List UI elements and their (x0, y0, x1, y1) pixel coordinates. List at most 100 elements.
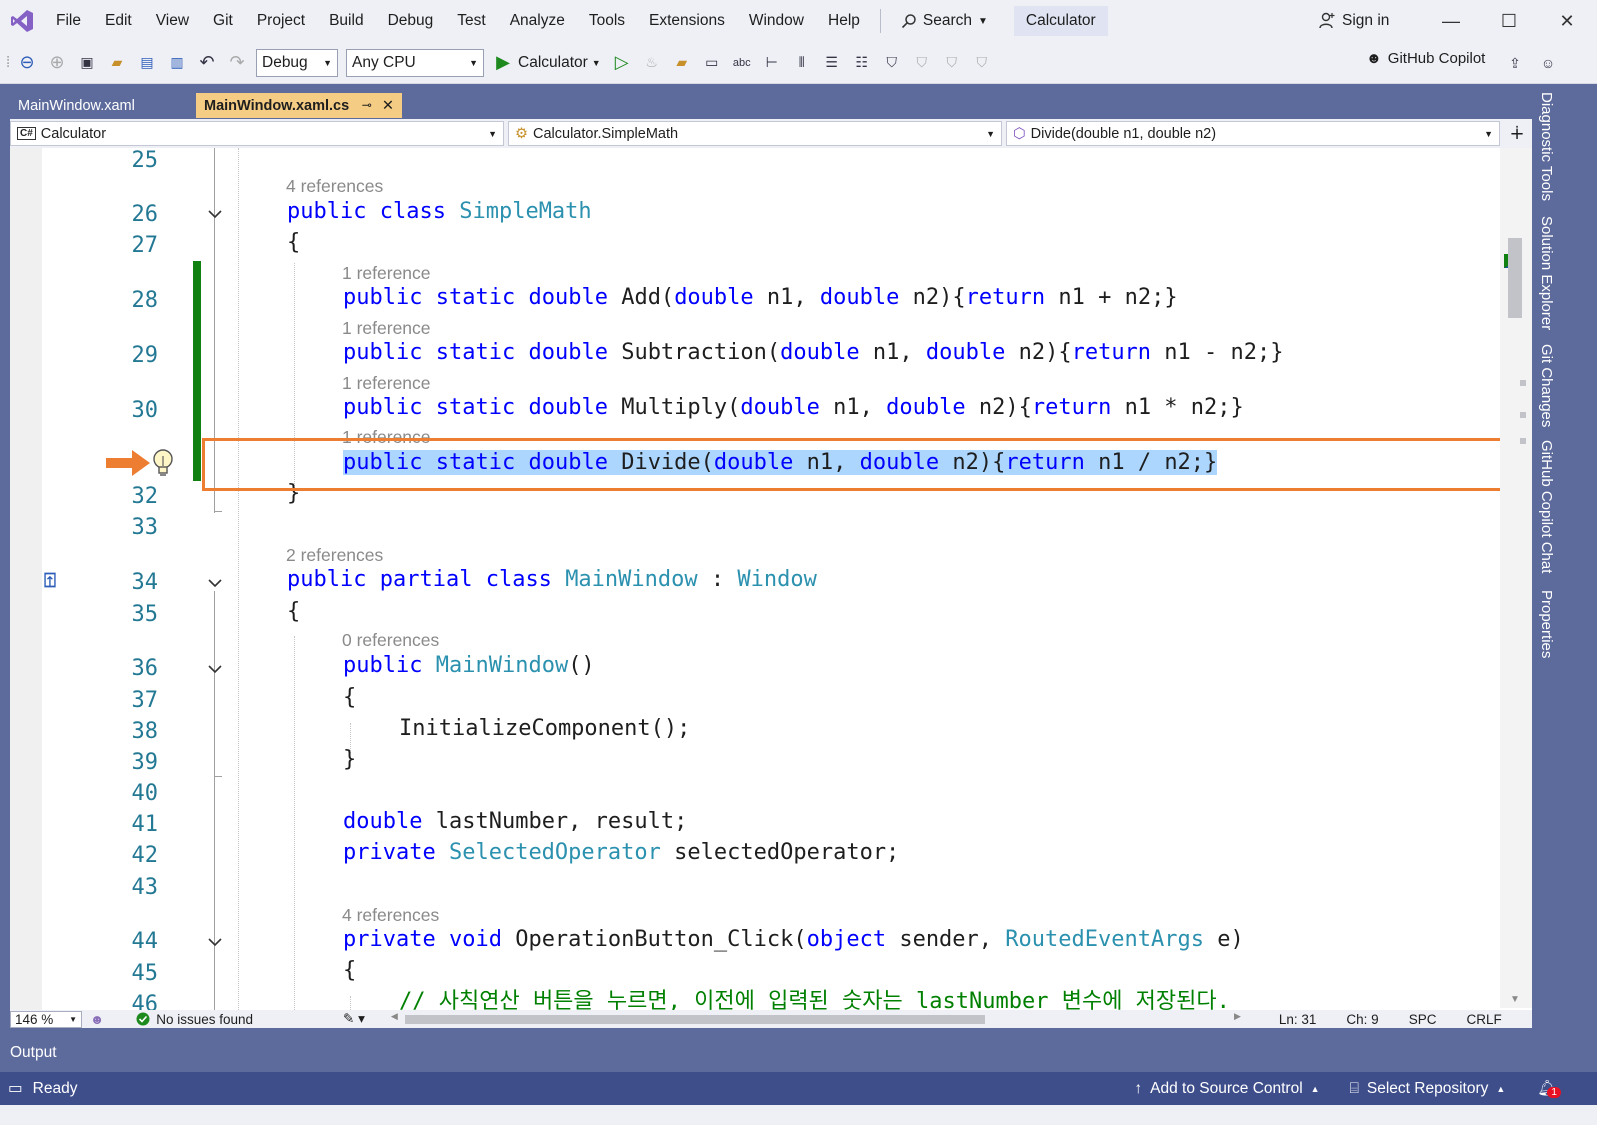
step-into-button[interactable]: ⊢ (759, 50, 785, 76)
scrollbar-thumb[interactable] (1508, 238, 1522, 318)
close-window-button[interactable]: ✕ (1538, 0, 1596, 42)
minimize-button[interactable]: — (1422, 0, 1480, 42)
configuration-dropdown[interactable]: Debug ▼ (256, 48, 338, 77)
lightbulb-icon[interactable] (150, 448, 176, 482)
save-all-icon: ▥ (170, 54, 184, 70)
method-icon: ⬡ (1013, 125, 1026, 142)
chevron-down-icon[interactable]: ▼ (592, 58, 601, 68)
open-file-button[interactable]: ▰ (104, 50, 130, 76)
share-button[interactable]: ⇪ (1502, 50, 1528, 76)
layout-button[interactable]: ▭ (699, 50, 725, 76)
code-editor[interactable]: 25 26 27 28 29 30 32 33 34 35 36 37 38 3… (10, 148, 1532, 1028)
copilot-status-icon[interactable]: ☻ (90, 1012, 104, 1027)
undo-button[interactable]: ↶ (194, 50, 220, 76)
platform-dropdown[interactable]: Any CPU ▼ (346, 48, 484, 77)
column-position[interactable]: Ch: 9 (1346, 1012, 1378, 1027)
split-icon: ∔ (1509, 123, 1525, 143)
horizontal-scrollbar[interactable]: ◀ ▶ (391, 1011, 1241, 1026)
hot-reload-button[interactable]: ♨ (639, 50, 665, 76)
horizontal-scroll-thumb[interactable] (404, 1015, 985, 1024)
scroll-right-arrow-icon[interactable]: ▶ (1234, 1011, 1241, 1022)
redo-button[interactable]: ↷ (224, 50, 250, 76)
navigate-back-button[interactable]: ⊖ (14, 50, 40, 76)
previous-bookmark-button[interactable]: ⛉ (909, 50, 935, 76)
tab-mainwindow-xaml[interactable]: MainWindow.xaml (10, 93, 196, 118)
menu-help[interactable]: Help (816, 12, 872, 30)
side-tab-solution-explorer[interactable]: Solution Explorer (1538, 216, 1555, 330)
code-cleanup-icon[interactable]: ✎ ▾ (343, 1011, 365, 1027)
github-copilot-button[interactable]: ☻ GitHub Copilot (1366, 50, 1485, 67)
comment-button[interactable]: ☰ (819, 50, 845, 76)
menu-test[interactable]: Test (445, 12, 497, 30)
new-project-button[interactable]: ▣ (74, 50, 100, 76)
codelens-references[interactable]: 1 reference (342, 318, 431, 339)
collapse-chevron-icon[interactable] (206, 933, 224, 951)
scroll-left-arrow-icon[interactable]: ◀ (391, 1011, 398, 1022)
select-repository-button[interactable]: ⌸ Select Repository ▲ (1350, 1080, 1506, 1098)
close-tab-icon[interactable]: ✕ (382, 98, 394, 114)
whitespace-mode[interactable]: SPC (1409, 1012, 1437, 1027)
line-number: 44 (131, 929, 159, 954)
output-panel-tab[interactable]: Output (0, 1038, 1597, 1068)
zoom-dropdown[interactable]: 146 % ▼ (10, 1010, 82, 1028)
start-debugging-button[interactable]: ▶ (490, 50, 516, 76)
chevron-down-icon: ▼ (69, 1014, 77, 1024)
menu-tools[interactable]: Tools (577, 12, 637, 30)
inherits-glyph-icon[interactable]: ⍐ (44, 570, 56, 593)
vertical-scrollbar[interactable]: ▼ (1500, 148, 1532, 1008)
line-ending[interactable]: CRLF (1466, 1012, 1501, 1027)
navigate-forward-button[interactable]: ⊕ (44, 50, 70, 76)
maximize-button[interactable]: ☐ (1480, 0, 1538, 42)
collapse-chevron-icon[interactable] (206, 205, 224, 223)
visual-studio-logo-icon[interactable] (0, 0, 44, 42)
split-editor-button[interactable]: ∔ (1504, 121, 1530, 146)
menu-debug[interactable]: Debug (376, 12, 446, 30)
menu-file[interactable]: File (44, 12, 93, 30)
compare-button[interactable]: ⫴ (789, 50, 815, 76)
search-button[interactable]: Search ▼ (889, 12, 1000, 30)
bookmark-button[interactable]: ⛉ (879, 50, 905, 76)
menu-window[interactable]: Window (737, 12, 816, 30)
scroll-down-arrow-icon[interactable]: ▼ (1510, 994, 1520, 1005)
clear-bookmarks-button[interactable]: ⛉ (969, 50, 995, 76)
menu-edit[interactable]: Edit (93, 12, 144, 30)
start-without-debugging-button[interactable]: ▷ (609, 50, 635, 76)
side-tab-git-changes[interactable]: Git Changes (1538, 344, 1555, 427)
issues-indicator[interactable]: No issues found (136, 1012, 253, 1027)
menu-view[interactable]: View (144, 12, 201, 30)
save-all-button[interactable]: ▥ (164, 50, 190, 76)
side-tab-github-copilot-chat[interactable]: GitHub Copilot Chat (1538, 440, 1555, 573)
collapse-chevron-icon[interactable] (206, 574, 224, 592)
side-tab-properties[interactable]: Properties (1538, 590, 1555, 658)
solution-name[interactable]: Calculator (1013, 6, 1108, 36)
add-to-source-control-button[interactable]: ↑ Add to Source Control ▲ (1134, 1080, 1319, 1098)
pin-icon[interactable]: ⊸ (362, 98, 372, 114)
notifications-button[interactable]: 🔔︎ 1 (1537, 1079, 1561, 1098)
start-target-label[interactable]: Calculator (518, 54, 588, 72)
type-dropdown[interactable]: ⚙ Calculator.SimpleMath ▼ (508, 121, 1002, 146)
line-position[interactable]: Ln: 31 (1279, 1012, 1317, 1027)
solution-explorer-toggle-button[interactable]: ▰ (669, 50, 695, 76)
member-dropdown[interactable]: ⬡ Divide(double n1, double n2) ▼ (1006, 121, 1500, 146)
spell-check-button[interactable]: abc (729, 50, 755, 76)
collapse-chevron-icon[interactable] (206, 660, 224, 678)
project-dropdown[interactable]: C# Calculator ▼ (10, 121, 504, 146)
tab-mainwindow-xaml-cs[interactable]: MainWindow.xaml.cs ⊸ ✕ (196, 93, 402, 118)
menu-analyze[interactable]: Analyze (498, 12, 577, 30)
next-bookmark-button[interactable]: ⛉ (939, 50, 965, 76)
side-tab-diagnostic-tools[interactable]: Diagnostic Tools (1538, 92, 1555, 201)
sign-in-button[interactable]: Sign in (1318, 0, 1389, 42)
menu-build[interactable]: Build (317, 12, 375, 30)
save-button[interactable]: ▤ (134, 50, 160, 76)
feedback-button[interactable]: ☺ (1535, 50, 1561, 76)
menu-git[interactable]: Git (201, 12, 245, 30)
codelens-references[interactable]: 0 references (342, 630, 439, 651)
codelens-references[interactable]: 1 reference (342, 373, 431, 394)
uncomment-button[interactable]: ☷ (849, 50, 875, 76)
codelens-references[interactable]: 1 reference (342, 263, 431, 284)
codelens-references[interactable]: 4 references (286, 176, 383, 197)
codelens-references[interactable]: 2 references (286, 545, 383, 566)
menu-project[interactable]: Project (245, 12, 317, 30)
codelens-references[interactable]: 4 references (342, 905, 439, 926)
menu-extensions[interactable]: Extensions (637, 12, 737, 30)
